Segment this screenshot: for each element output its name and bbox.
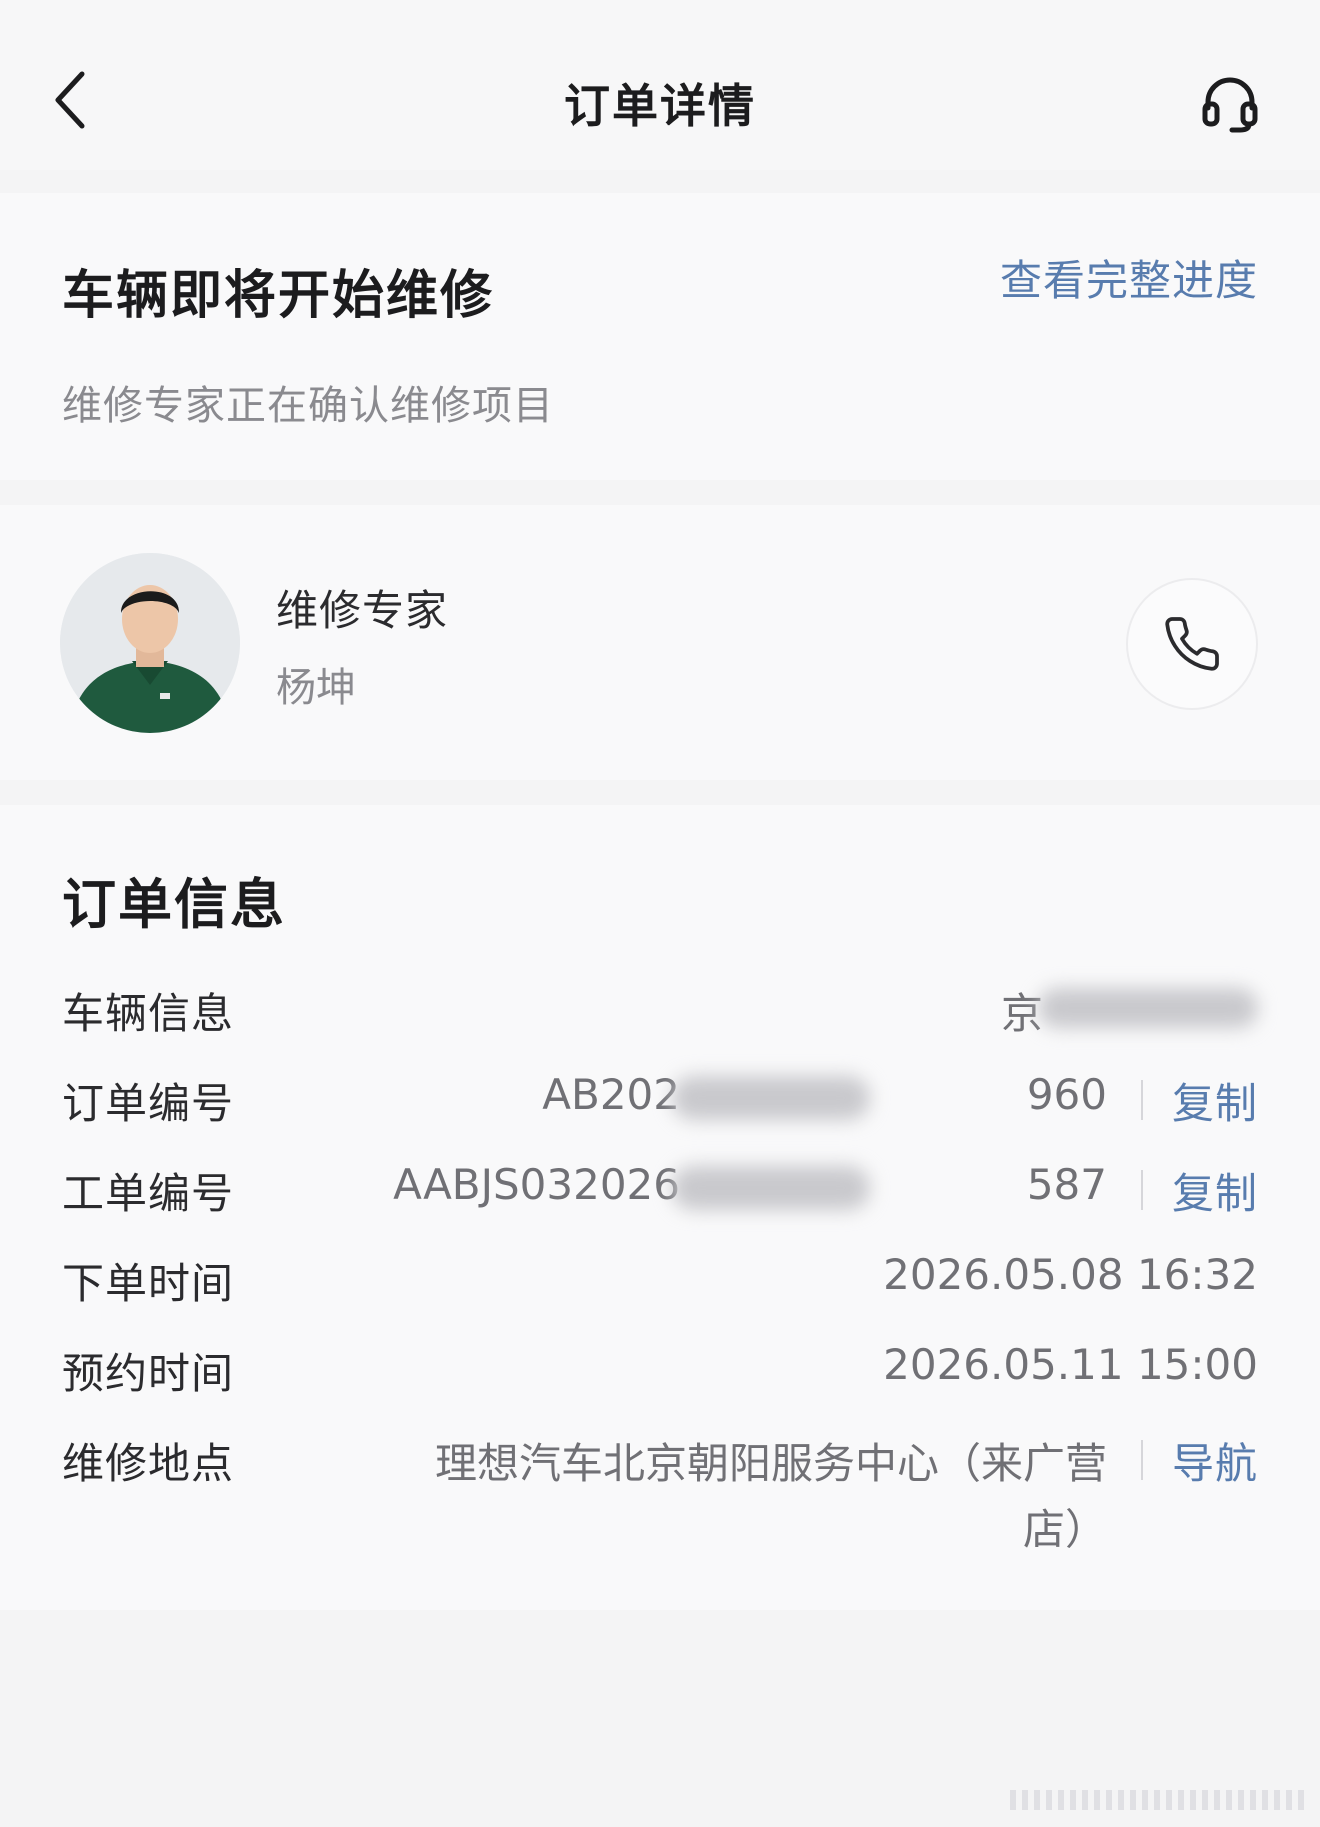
repair-status-card: 车辆即将开始维修 查看完整进度 维修专家正在确认维修项目 [0,193,1320,480]
repair-location-line1: 理想汽车北京朝阳服务中心（来广营 [434,1439,1107,1488]
order-time-value: 2026.05.08 16:32 [883,1250,1258,1299]
headset-icon [1202,77,1258,133]
expert-role: 维修专家 [276,586,449,635]
expert-card: 维修专家 杨坤 [0,505,1320,780]
vehicle-info-label: 车辆信息 [62,989,235,1038]
nav-bar: 订单详情 [0,0,1320,170]
separator [1141,1080,1143,1120]
appointment-time-label: 预约时间 [62,1349,235,1398]
order-number-row: 订单编号 AB202 960 复制 [62,1070,1258,1130]
order-time-label: 下单时间 [62,1259,235,1308]
status-subtitle: 维修专家正在确认维修项目 [62,383,554,429]
phone-icon [1165,617,1219,671]
navigate-button[interactable]: 导航 [1172,1430,1258,1491]
order-info-heading: 订单信息 [62,873,286,936]
call-expert-button[interactable] [1126,578,1258,710]
order-info-card: 订单信息 车辆信息 京 订单编号 AB202 960 复制 工单编号 AABJS… [0,805,1320,1610]
separator [1141,1170,1143,1210]
order-time-row: 下单时间 2026.05.08 16:32 [62,1250,1258,1310]
separator [1141,1440,1143,1480]
work-order-number-row: 工单编号 AABJS032026 587 复制 [62,1160,1258,1220]
appointment-time-value: 2026.05.11 15:00 [883,1340,1258,1389]
status-title: 车辆即将开始维修 [62,266,495,326]
work-order-number-suffix: 587 [1026,1160,1107,1209]
order-number-label: 订单编号 [62,1079,235,1128]
repair-location-row: 维修地点 理想汽车北京朝阳服务中心（来广营 店） 导航 [62,1430,1258,1560]
copy-order-number-button[interactable]: 复制 [1172,1070,1258,1131]
order-number-suffix: 960 [1026,1070,1107,1119]
expert-name: 杨坤 [276,665,356,711]
copy-work-order-number-button[interactable]: 复制 [1172,1160,1258,1221]
appointment-time-row: 预约时间 2026.05.11 15:00 [62,1340,1258,1400]
order-number-prefix: AB202 [542,1070,680,1119]
home-indicator [1010,1790,1310,1810]
work-order-number-prefix: AABJS032026 [393,1160,680,1209]
avatar [60,553,240,733]
page-title: 订单详情 [564,79,756,133]
repair-location-line2: 店） [1022,1505,1107,1554]
work-order-number-label: 工单编号 [62,1169,235,1218]
view-full-progress-link[interactable]: 查看完整进度 [1000,247,1258,308]
redacted-work-order-number [672,1166,870,1210]
redacted-plate [1038,988,1258,1028]
repair-location-label: 维修地点 [62,1439,235,1488]
vehicle-plate-value: 京 [1000,989,1043,1038]
redacted-order-number [672,1076,870,1120]
vehicle-info-row: 车辆信息 京 [62,980,1258,1040]
customer-service-button[interactable] [1190,62,1270,142]
